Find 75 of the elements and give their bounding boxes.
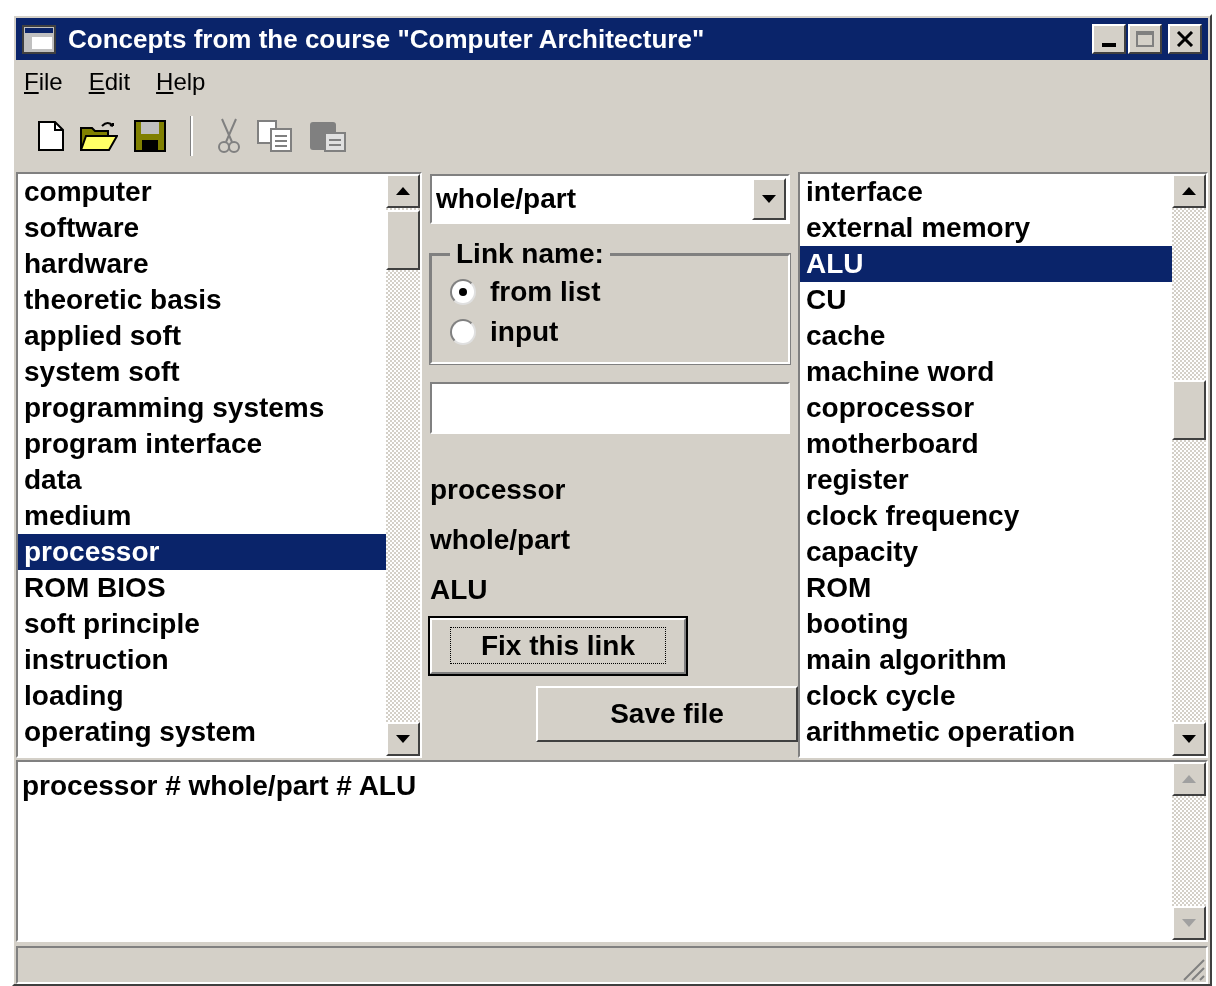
summary-text: ALU	[430, 573, 489, 607]
window-title: Concepts from the course "Computer Architecture"	[68, 22, 706, 56]
scroll-up-button[interactable]	[1172, 762, 1206, 796]
caret-icon	[762, 195, 776, 203]
scroll-thumb[interactable]	[1172, 380, 1206, 440]
list-item[interactable]: booting	[800, 606, 1172, 642]
down-arrow-icon	[1182, 735, 1196, 743]
list-item[interactable]: computer	[18, 174, 386, 210]
close-button[interactable]	[1168, 24, 1202, 54]
link-name-input[interactable]	[430, 382, 790, 434]
radio-button[interactable]	[450, 319, 476, 345]
app-window-icon	[22, 24, 56, 54]
down-arrow-icon	[1182, 919, 1196, 927]
menu-item[interactable]: Edit	[88, 64, 131, 100]
minimize-button[interactable]	[1092, 24, 1126, 54]
list-item[interactable]: ROM	[800, 570, 1172, 606]
scroll-up-button[interactable]	[386, 174, 420, 208]
scroll-down-button[interactable]	[1172, 722, 1206, 756]
menu-item[interactable]: File	[24, 64, 63, 100]
open-folder-icon[interactable]	[80, 120, 118, 152]
scroll-down-button[interactable]	[1172, 906, 1206, 940]
radio-label: input	[490, 315, 559, 349]
list-item[interactable]: ROM BIOS	[18, 570, 386, 606]
list-item[interactable]: data	[18, 462, 386, 498]
close-icon	[1176, 31, 1194, 47]
list-item[interactable]: register	[800, 462, 1172, 498]
summary-text: processor	[430, 473, 567, 507]
memo-line: processor # whole/part # ALU	[22, 769, 418, 803]
up-arrow-icon	[396, 187, 410, 195]
list-item[interactable]: machine word	[800, 354, 1172, 390]
list-item[interactable]: applied soft	[18, 318, 386, 354]
list-item[interactable]: hardware	[18, 246, 386, 282]
scroll-up-button[interactable]	[1172, 174, 1206, 208]
maximize-button[interactable]	[1128, 24, 1162, 54]
list-item[interactable]: soft principle	[18, 606, 386, 642]
menu-item[interactable]: Help	[156, 64, 206, 100]
list-item[interactable]: instruction	[18, 642, 386, 678]
list-item[interactable]: software	[18, 210, 386, 246]
up-arrow-icon	[1182, 187, 1196, 195]
summary-text: whole/part	[430, 523, 571, 557]
list-item[interactable]: capacity	[800, 534, 1172, 570]
list-item[interactable]: arithmetic operation	[800, 714, 1172, 750]
scrollbar[interactable]	[1172, 174, 1206, 756]
list-item[interactable]: CU	[800, 282, 1172, 318]
radio-label: from list	[490, 275, 601, 309]
new-document-icon[interactable]	[38, 121, 64, 151]
fix-link-button[interactable]: Fix this link	[430, 618, 686, 674]
list-item[interactable]: motherboard	[800, 426, 1172, 462]
dropdown-button[interactable]	[752, 178, 786, 220]
scrollbar[interactable]	[386, 174, 420, 756]
down-arrow-icon	[396, 735, 410, 743]
link-type-dropdown[interactable]: whole/part	[430, 174, 790, 224]
list-item[interactable]: external memory	[800, 210, 1172, 246]
list-item[interactable]: clock frequency	[800, 498, 1172, 534]
list-item[interactable]: processor	[18, 534, 386, 570]
list-item[interactable]: cache	[800, 318, 1172, 354]
scrollbar[interactable]	[1172, 762, 1206, 940]
list-item[interactable]: coprocessor	[800, 390, 1172, 426]
list-item[interactable]: ALU	[800, 246, 1172, 282]
list-item[interactable]: main algorithm	[800, 642, 1172, 678]
list-item[interactable]: system soft	[18, 354, 386, 390]
list-item[interactable]: program interface	[18, 426, 386, 462]
list-item[interactable]: clock cycle	[800, 678, 1172, 714]
save-file-button[interactable]: Save file	[536, 686, 798, 742]
list-item[interactable]: theoretic basis	[18, 282, 386, 318]
list-item[interactable]: medium	[18, 498, 386, 534]
list-item[interactable]: operating system	[18, 714, 386, 750]
up-arrow-icon	[1182, 775, 1196, 783]
list-item[interactable]: interface	[800, 174, 1172, 210]
list-item[interactable]: loading	[18, 678, 386, 714]
radio-button[interactable]	[450, 279, 476, 305]
scroll-thumb[interactable]	[386, 210, 420, 270]
toolbar-separator	[190, 116, 193, 156]
scroll-down-button[interactable]	[386, 722, 420, 756]
list-item[interactable]: programming systems	[18, 390, 386, 426]
